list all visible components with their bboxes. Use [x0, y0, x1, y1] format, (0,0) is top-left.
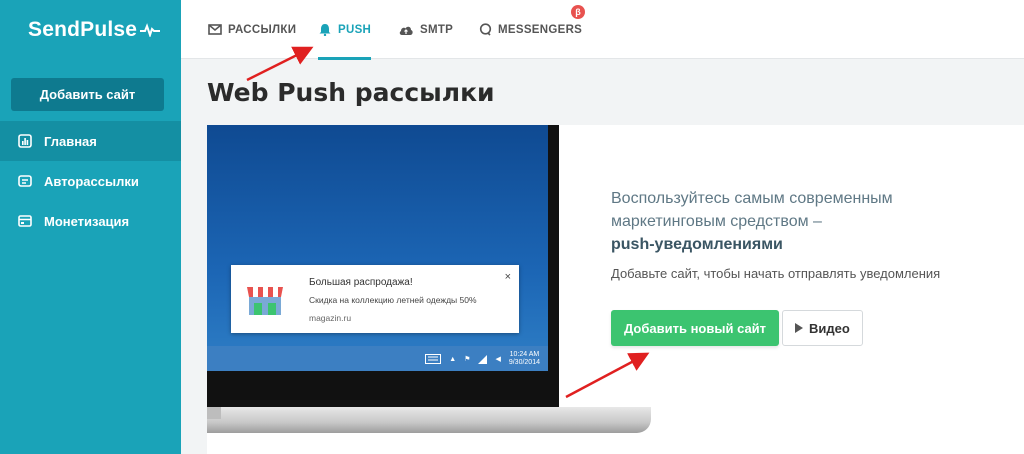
sidebar-item-label: Авторассылки [44, 173, 139, 189]
promo-line-2: маркетинговым средством – [611, 213, 822, 230]
tab-push[interactable]: PUSH [318, 0, 372, 60]
push-notification-preview: Большая распродажа! Скидка на коллекцию … [231, 265, 519, 333]
promo-card: Большая распродажа! Скидка на коллекцию … [207, 125, 1024, 454]
tab-messengers[interactable]: MESSENGERS [479, 0, 582, 59]
promo-subtitle: Добавьте сайт, чтобы начать отправлять у… [611, 266, 941, 281]
automation-icon [17, 174, 32, 189]
add-site-button[interactable]: Добавить сайт [11, 78, 164, 111]
sidebar-item-monetization[interactable]: Монетизация [0, 201, 181, 241]
flag-icon: ⚑ [464, 356, 471, 363]
clock-time: 10:24 AM [509, 351, 540, 358]
tab-smtp[interactable]: SMTP [398, 0, 453, 59]
system-tray: ▲ ⚑ ◀ 10:24 AM 9/30/2014 [425, 351, 540, 367]
tab-campaigns[interactable]: РАССЫЛКИ [208, 0, 296, 59]
cloud-icon [398, 24, 414, 36]
play-icon [795, 323, 804, 333]
tab-label: РАССЫЛКИ [228, 23, 297, 36]
sidebar: SendPulse Добавить сайт Главная Авторасс… [0, 0, 181, 454]
promo-line-1: Воспользуйтесь самым современным [611, 190, 893, 207]
sidebar-item-label: Главная [44, 133, 97, 149]
clock: 10:24 AM 9/30/2014 [509, 351, 540, 367]
top-navigation: РАССЫЛКИ PUSH SMTP MESSENGERS β [181, 0, 1024, 60]
chat-icon [479, 23, 492, 36]
logo-text: SendPulse [28, 17, 138, 41]
tab-label: SMTP [420, 23, 454, 36]
pulse-icon [140, 22, 161, 37]
notification-body: Скидка на коллекцию летней одежды 50% [309, 295, 477, 305]
monetization-icon [17, 214, 32, 229]
promo-actions: Добавить новый сайт Видео [611, 310, 863, 346]
tab-label: MESSENGERS [498, 23, 583, 36]
add-new-site-button[interactable]: Добавить новый сайт [611, 310, 780, 346]
close-icon: × [504, 271, 511, 283]
envelope-icon [208, 24, 222, 35]
sidebar-nav: Главная Авторассылки Монетизация [0, 121, 181, 241]
dashboard-icon [17, 134, 32, 149]
signal-icon [478, 354, 488, 364]
laptop-base [207, 407, 651, 433]
store-icon [247, 287, 283, 315]
notification-title: Большая распродажа! [309, 277, 413, 288]
tab-label: PUSH [338, 23, 372, 36]
keyboard-icon [425, 354, 442, 364]
sidebar-item-label: Монетизация [44, 213, 130, 229]
bell-icon [318, 23, 332, 36]
clock-date: 9/30/2014 [508, 359, 540, 366]
laptop-base-notch [207, 407, 221, 419]
sidebar-item-automation[interactable]: Авторассылки [0, 161, 181, 201]
video-button[interactable]: Видео [782, 310, 863, 346]
promo-highlight: push-уведомлениями [611, 236, 783, 253]
volume-icon: ◀ [495, 356, 501, 363]
sidebar-item-main[interactable]: Главная [0, 121, 181, 161]
logo[interactable]: SendPulse [0, 0, 181, 59]
laptop-screen: Большая распродажа! Скидка на коллекцию … [207, 125, 548, 371]
tray-up-icon: ▲ [449, 355, 457, 363]
page-title: Web Push рассылки [207, 78, 495, 107]
beta-badge: β [571, 5, 585, 19]
promo-text: Воспользуйтесь самым современным маркети… [611, 187, 1011, 281]
laptop-illustration: Большая распродажа! Скидка на коллекцию … [207, 125, 652, 454]
taskbar: ▲ ⚑ ◀ 10:24 AM 9/30/2014 [207, 346, 548, 371]
notification-domain: magazin.ru [309, 313, 352, 323]
video-button-label: Видео [809, 320, 850, 336]
